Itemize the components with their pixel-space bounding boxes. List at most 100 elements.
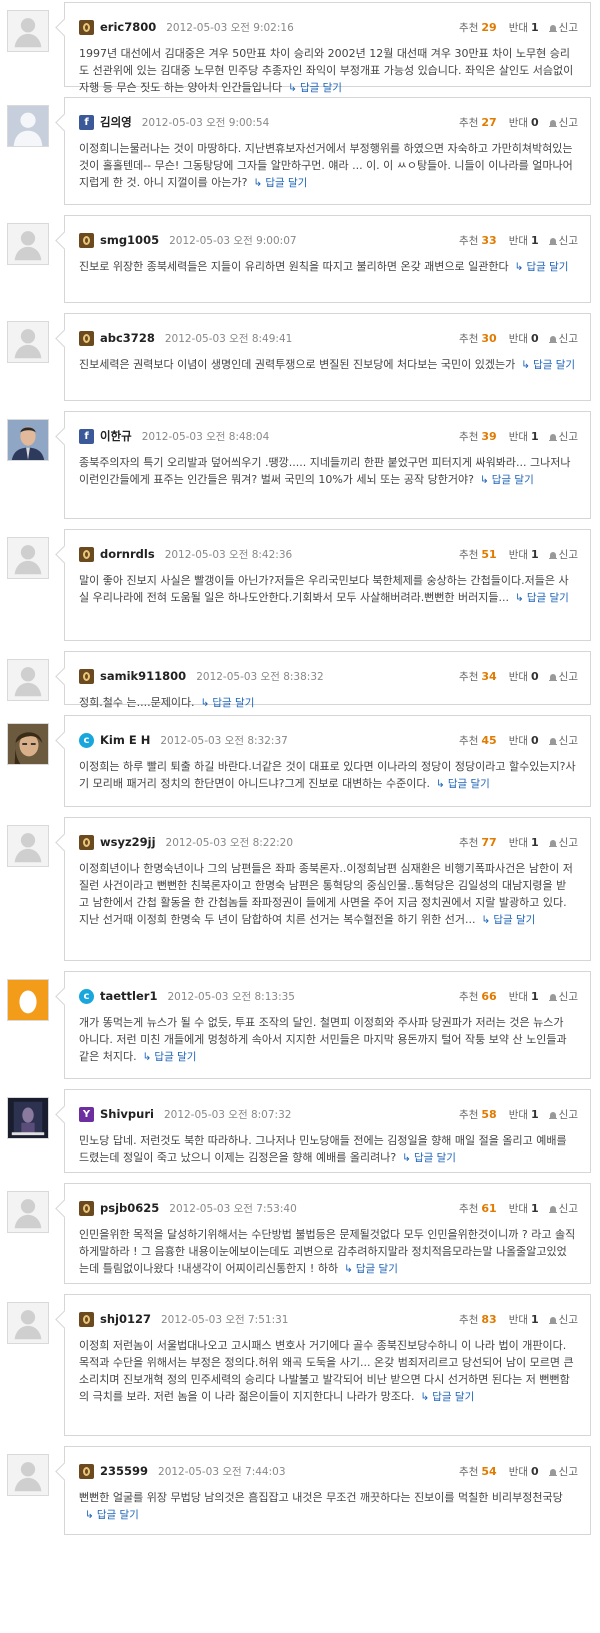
report-button[interactable]: 신고 [548,669,578,684]
reply-link[interactable]: ↳ 답글 달기 [254,177,308,189]
comment-item: c taettler1 2012-05-03 오전 8:13:35 추천 66 반대 1 신고… [0,969,600,1087]
recommend-button[interactable]: 추천 [459,429,478,444]
comment-author[interactable]: taettler1 [100,989,157,1003]
oppose-button[interactable]: 반대 [509,989,528,1004]
reply-link[interactable]: ↳ 답글 달기 [344,1263,398,1275]
avatar[interactable] [7,223,49,265]
oppose-button[interactable]: 반대 [509,1312,528,1327]
recommend-button[interactable]: 추천 [459,733,478,748]
oppose-button[interactable]: 반대 [509,115,528,130]
reply-link[interactable]: ↳ 답글 달기 [420,1391,474,1403]
report-button[interactable]: 신고 [548,989,578,1004]
avatar[interactable] [7,1097,49,1139]
reply-link[interactable]: ↳ 답글 달기 [143,1051,197,1063]
recommend-button[interactable]: 추천 [459,989,478,1004]
recommend-button[interactable]: 추천 [459,547,478,562]
avatar[interactable] [7,1302,49,1344]
recommend-button[interactable]: 추천 [459,1201,478,1216]
reply-link[interactable]: ↳ 답글 달기 [85,1509,139,1521]
comment-author[interactable]: eric7800 [100,20,156,34]
recommend-button[interactable]: 추천 [459,669,478,684]
comment-author[interactable]: 이한규 [100,428,132,444]
recommend-button[interactable]: 추천 [459,331,478,346]
reply-label: 답글 달기 [355,1263,398,1275]
comment-author[interactable]: 235599 [100,1464,148,1478]
avatar[interactable] [7,979,49,1021]
reply-link[interactable]: ↳ 답글 달기 [480,474,534,486]
comment-header: c taettler1 2012-05-03 오전 8:13:35 추천 66 반대 1 신고 [79,987,578,1005]
report-button[interactable]: 신고 [548,733,578,748]
reply-link[interactable]: ↳ 답글 달기 [288,82,342,94]
report-button[interactable]: 신고 [548,1201,578,1216]
avatar[interactable] [7,1191,49,1233]
daum-service-icon [79,1311,94,1327]
comment-author[interactable]: psjb0625 [100,1201,159,1215]
avatar[interactable] [7,659,49,701]
report-label: 신고 [558,1465,578,1478]
reply-link[interactable]: ↳ 답글 달기 [402,1152,456,1164]
avatar[interactable] [7,10,49,52]
oppose-button[interactable]: 반대 [509,835,528,850]
avatar[interactable] [7,537,49,579]
report-button[interactable]: 신고 [548,20,578,35]
oppose-count: 0 [531,1464,539,1478]
avatar[interactable] [7,419,49,461]
oppose-button[interactable]: 반대 [509,331,528,346]
oppose-button[interactable]: 반대 [509,1107,528,1122]
oppose-button[interactable]: 반대 [509,1201,528,1216]
report-button[interactable]: 신고 [548,429,578,444]
comment-author[interactable]: 김의영 [100,114,132,130]
comment-author[interactable]: samik911800 [100,669,186,683]
reply-link[interactable]: ↳ 답글 달기 [515,261,569,273]
comment-body: 정희.철수 는....문제이다. ↳ 답글 달기 [79,694,576,712]
oppose-button[interactable]: 반대 [509,547,528,562]
report-button[interactable]: 신고 [548,1464,578,1479]
comment-item: psjb0625 2012-05-03 오전 7:53:40 추천 61 반대 1 신고 인민… [0,1181,600,1292]
comment-bubble: c taettler1 2012-05-03 오전 8:13:35 추천 66 반대 1 신고… [55,971,591,1079]
comment-author[interactable]: dornrdls [100,547,155,561]
oppose-button[interactable]: 반대 [509,20,528,35]
recommend-button[interactable]: 추천 [459,1312,478,1327]
reply-link[interactable]: ↳ 답글 달기 [482,914,536,926]
comment-author[interactable]: wsyz29jj [100,835,156,849]
comment-author[interactable]: abc3728 [100,331,155,345]
oppose-button[interactable]: 반대 [509,233,528,248]
oppose-button[interactable]: 반대 [509,669,528,684]
oppose-button[interactable]: 반대 [509,1464,528,1479]
report-button[interactable]: 신고 [548,115,578,130]
comment-author[interactable]: shj0127 [100,1312,151,1326]
report-button[interactable]: 신고 [548,547,578,562]
report-label: 신고 [558,430,578,443]
comment-item: 235599 2012-05-03 오전 7:44:03 추천 54 반대 0 신고 뻔뻔한 … [0,1444,600,1543]
oppose-button[interactable]: 반대 [509,733,528,748]
reply-link[interactable]: ↳ 답글 달기 [515,592,569,604]
avatar[interactable] [7,825,49,867]
recommend-button[interactable]: 추천 [459,1107,478,1122]
oppose-button[interactable]: 반대 [509,429,528,444]
recommend-button[interactable]: 추천 [459,20,478,35]
comment-author[interactable]: Shivpuri [100,1107,154,1121]
avatar[interactable] [7,105,49,147]
reply-link[interactable]: ↳ 답글 달기 [521,359,575,371]
report-button[interactable]: 신고 [548,331,578,346]
facebook-service-icon: f [79,428,94,444]
avatar[interactable] [7,1454,49,1496]
report-button[interactable]: 신고 [548,835,578,850]
report-button[interactable]: 신고 [548,1312,578,1327]
recommend-button[interactable]: 추천 [459,1464,478,1479]
report-button[interactable]: 신고 [548,1107,578,1122]
avatar[interactable] [7,723,49,765]
avatar[interactable] [7,321,49,363]
recommend-button[interactable]: 추천 [459,115,478,130]
recommend-button[interactable]: 추천 [459,233,478,248]
reply-link[interactable]: ↳ 답글 달기 [201,697,255,709]
comment-item: Y Shivpuri 2012-05-03 오전 8:07:32 추천 58 반대 1 신고 민… [0,1087,600,1181]
reply-arrow-icon: ↳ [481,914,491,926]
comment-header: 235599 2012-05-03 오전 7:44:03 추천 54 반대 0 신고 [79,1462,578,1480]
recommend-count: 58 [481,1107,497,1121]
recommend-button[interactable]: 추천 [459,835,478,850]
reply-link[interactable]: ↳ 답글 달기 [436,778,490,790]
comment-author[interactable]: Kim E H [100,733,150,747]
report-button[interactable]: 신고 [548,233,578,248]
comment-author[interactable]: smg1005 [100,233,159,247]
